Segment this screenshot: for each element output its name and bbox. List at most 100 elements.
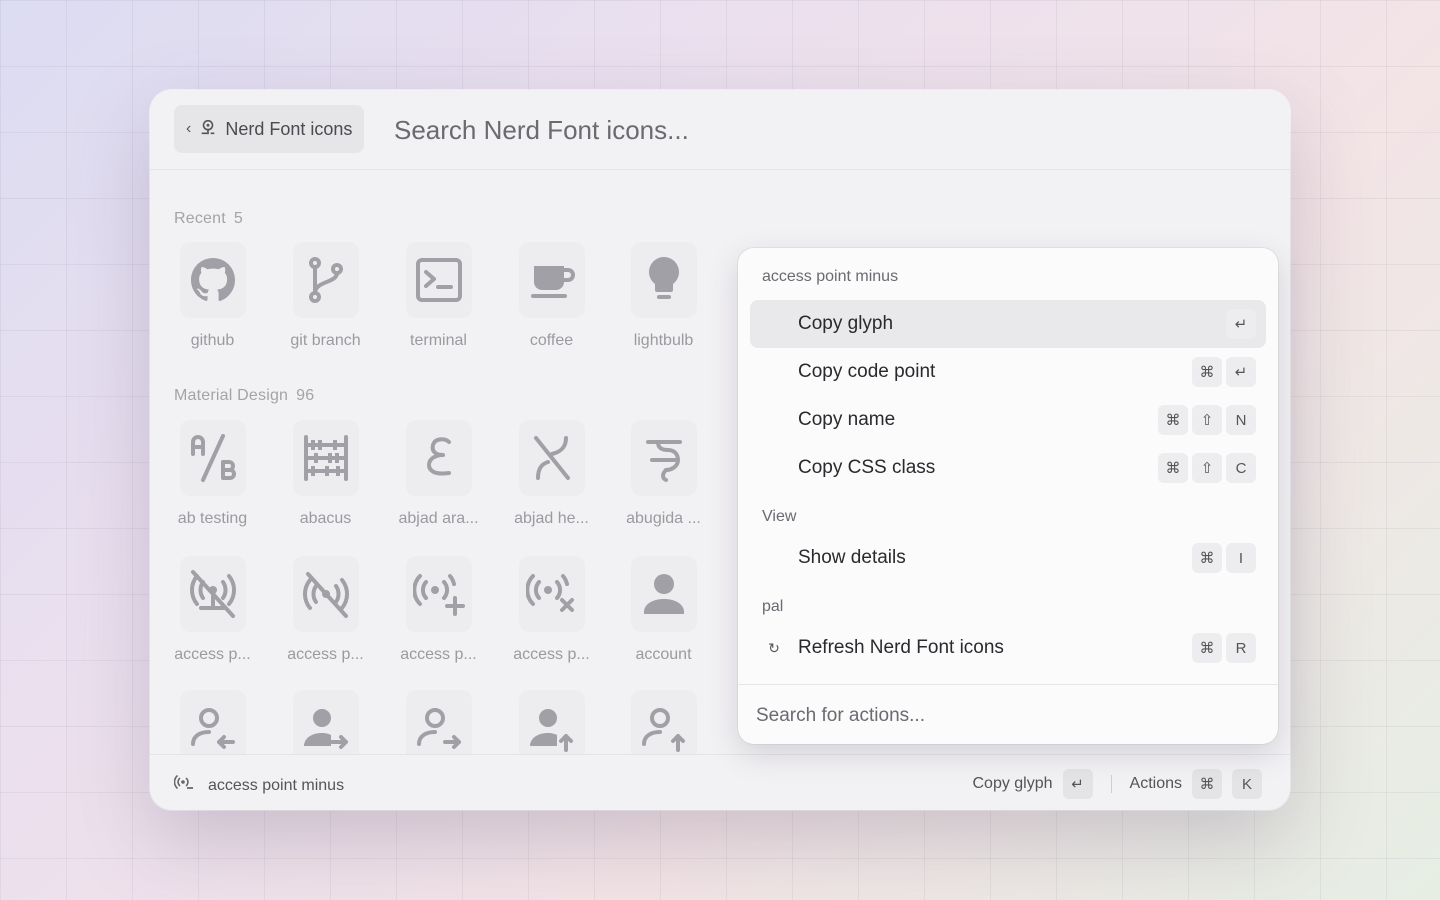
account-arrow-left-icon bbox=[190, 708, 235, 749]
account-icon bbox=[643, 574, 684, 614]
git-branch-icon bbox=[308, 257, 343, 303]
account-arrow-right-icon bbox=[303, 709, 348, 749]
icon-tile-access-point-remove[interactable]: access p... bbox=[495, 556, 608, 664]
icon-tile-label: github bbox=[190, 332, 235, 349]
c-key: C bbox=[1226, 453, 1256, 483]
search-input[interactable] bbox=[394, 110, 1094, 150]
icon-tile-lightbulb[interactable]: lightbulb bbox=[607, 242, 720, 350]
divider bbox=[1110, 775, 1112, 793]
action-show-details[interactable]: Show details ⌘ I bbox=[750, 534, 1266, 582]
section-title-text: Recent bbox=[174, 210, 226, 227]
footer-actions: Copy glyph ↵ Actions ⌘ K bbox=[972, 769, 1262, 799]
account-arrow-up-icon bbox=[529, 709, 573, 752]
action-group-title: access point minus bbox=[762, 268, 899, 285]
icon-tile-account-arrow-up[interactable] bbox=[495, 690, 608, 754]
primary-action-button[interactable]: Copy glyph bbox=[972, 775, 1052, 793]
back-breadcrumb[interactable]: ‹ Nerd Font icons bbox=[174, 105, 365, 153]
action-label: Show details bbox=[798, 547, 906, 568]
icon-tile-abacus[interactable]: abacus bbox=[269, 420, 382, 528]
icon-tile-account-arrow-left-outline[interactable] bbox=[156, 690, 269, 754]
status-bar: access point minus Copy glyph ↵ Actions … bbox=[150, 754, 1290, 810]
access-point-remove-icon bbox=[525, 574, 574, 612]
icon-tile-label: access p... bbox=[513, 646, 590, 663]
icon-tile-account-arrow-right-outline[interactable] bbox=[382, 690, 495, 754]
icon-tile-access-point-network-off[interactable]: access p... bbox=[156, 556, 269, 664]
icon-tile-github[interactable]: github bbox=[156, 242, 269, 350]
access-point-off-icon bbox=[302, 572, 349, 618]
action-copy-css-class[interactable]: Copy CSS class ⌘ ⇧ C bbox=[750, 444, 1266, 492]
icon-tile-label: ab testing bbox=[177, 510, 248, 527]
icon-tile-terminal[interactable]: terminal bbox=[382, 242, 495, 350]
i-key: I bbox=[1226, 543, 1256, 573]
icon-tile-access-point-off[interactable]: access p... bbox=[269, 556, 382, 664]
command-key: ⌘ bbox=[1192, 357, 1222, 387]
action-copy-glyph[interactable]: Copy glyph ↵ bbox=[750, 300, 1266, 348]
github-icon bbox=[190, 258, 235, 302]
lightbulb-icon bbox=[648, 257, 679, 299]
abacus-icon bbox=[303, 435, 348, 481]
icon-tile-label: abacus bbox=[299, 510, 352, 527]
access-point-minus-icon bbox=[173, 773, 194, 798]
action-search-input[interactable] bbox=[756, 700, 1256, 732]
icon-tile-label: abjad ara... bbox=[398, 510, 479, 527]
access-point-network-off-icon bbox=[189, 570, 236, 618]
icon-tile-abjad-hebrew[interactable]: abjad he... bbox=[495, 420, 608, 528]
action-group-title: View bbox=[762, 508, 797, 525]
n-key: N bbox=[1226, 405, 1256, 435]
action-copy-code-point[interactable]: Copy code point ⌘ ↵ bbox=[750, 348, 1266, 396]
enter-key: ↵ bbox=[1226, 357, 1256, 387]
coffee-icon bbox=[530, 266, 575, 298]
action-copy-name[interactable]: Copy name ⌘ ⇧ N bbox=[750, 396, 1266, 444]
divider bbox=[738, 684, 1278, 685]
icon-tile-abugida[interactable]: abugida ... bbox=[607, 420, 720, 528]
command-key: ⌘ bbox=[1158, 405, 1188, 435]
icon-tile-abjad-arabic[interactable]: abjad ara... bbox=[382, 420, 495, 528]
terminal-icon bbox=[415, 258, 462, 302]
icon-tile-account-arrow-up-outline[interactable] bbox=[607, 690, 720, 754]
icon-tile-access-point-plus[interactable]: access p... bbox=[382, 556, 495, 664]
action-label: Refresh Nerd Font icons bbox=[798, 637, 1004, 658]
action-panel: access point minus Copy glyph ↵ Copy cod… bbox=[738, 248, 1278, 744]
icon-tile-label: account bbox=[635, 646, 692, 663]
actions-button[interactable]: Actions bbox=[1130, 775, 1182, 793]
header: ‹ Nerd Font icons bbox=[150, 90, 1290, 170]
selected-item: access point minus bbox=[173, 773, 345, 798]
section-recent-title: Recent 5 bbox=[174, 210, 243, 228]
action-label: Copy name bbox=[798, 409, 896, 430]
shortcut: ↵ bbox=[1226, 309, 1256, 339]
enter-key: ↵ bbox=[1062, 769, 1093, 799]
shortcut: ⌘ ⇧ N bbox=[1158, 405, 1256, 435]
k-key: K bbox=[1232, 769, 1262, 799]
command-key: ⌘ bbox=[1158, 453, 1188, 483]
action-label: Copy glyph bbox=[798, 313, 894, 334]
account-arrow-up-outline-icon bbox=[641, 708, 685, 752]
icon-tile-label: access p... bbox=[400, 646, 477, 663]
action-label: Copy code point bbox=[798, 361, 936, 382]
action-refresh-nerd-font-icons[interactable]: ↻ Refresh Nerd Font icons ⌘ R bbox=[750, 624, 1266, 672]
icon-tile-ab-testing[interactable]: ab testing bbox=[156, 420, 269, 528]
breadcrumb-label: Nerd Font icons bbox=[225, 118, 353, 139]
icon-tile-git-branch[interactable]: git branch bbox=[269, 242, 382, 350]
icon-tile-label: terminal bbox=[410, 332, 467, 349]
shortcut: ⌘ I bbox=[1192, 543, 1256, 573]
refresh-icon: ↻ bbox=[768, 639, 780, 656]
command-key: ⌘ bbox=[1192, 769, 1222, 799]
section-count: 5 bbox=[233, 210, 244, 227]
access-point-plus-icon bbox=[412, 574, 465, 616]
icon-tile-account-arrow-right[interactable] bbox=[269, 690, 382, 754]
shift-key: ⇧ bbox=[1192, 405, 1222, 435]
action-label: Copy CSS class bbox=[798, 457, 936, 478]
ab-testing-icon bbox=[190, 434, 236, 482]
icon-tile-label: lightbulb bbox=[633, 332, 694, 349]
icon-tile-label: abjad he... bbox=[514, 510, 589, 527]
command-key: ⌘ bbox=[1192, 633, 1222, 663]
enter-key: ↵ bbox=[1226, 309, 1256, 339]
icon-tile-label: access p... bbox=[174, 646, 251, 663]
icon-tile-label: git branch bbox=[290, 332, 361, 349]
icon-tile-label: access p... bbox=[287, 646, 364, 663]
shortcut: ⌘ ⇧ C bbox=[1158, 453, 1256, 483]
selected-item-label: access point minus bbox=[208, 776, 345, 794]
icon-tile-coffee[interactable]: coffee bbox=[495, 242, 608, 350]
action-group-title: pal bbox=[762, 598, 784, 615]
icon-tile-account[interactable]: account bbox=[607, 556, 720, 664]
